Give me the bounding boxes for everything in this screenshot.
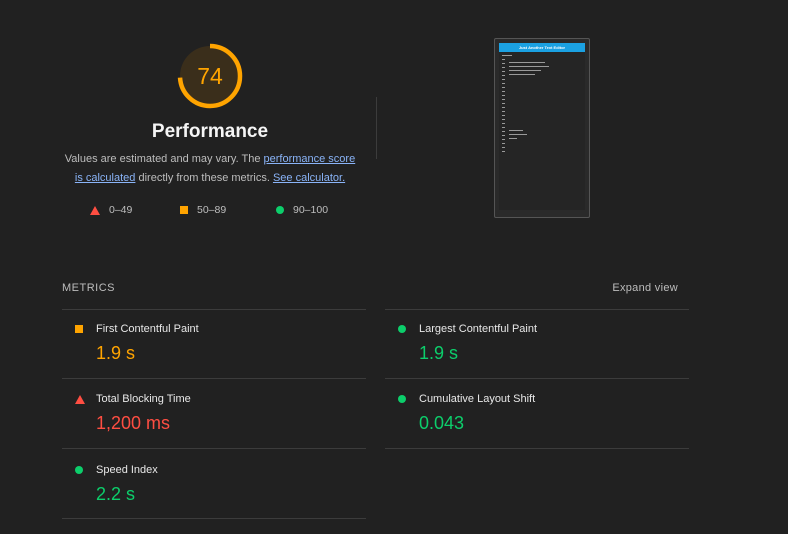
metrics-divider	[62, 518, 366, 519]
legend-label: 0–49	[109, 204, 133, 216]
metric-value: 1.9 s	[96, 343, 136, 363]
performance-score-gauge: 74	[176, 42, 244, 110]
metric-speed-index: Speed Index 2.2 s	[62, 464, 362, 534]
circle-icon	[398, 395, 406, 403]
legend-item-average: 50–89	[180, 204, 226, 216]
metric-name: Speed Index	[96, 464, 158, 476]
metric-name: First Contentful Paint	[96, 323, 199, 335]
legend-label: 90–100	[293, 204, 329, 216]
metrics-divider	[385, 309, 689, 310]
circle-icon	[276, 206, 284, 214]
metric-name: Largest Contentful Paint	[419, 323, 538, 335]
legend-item-pass: 90–100	[276, 204, 328, 216]
score-description: Values are estimated and may vary. The p…	[60, 150, 360, 188]
metric-value: 2.2 s	[96, 484, 136, 504]
metric-name: Cumulative Layout Shift	[419, 393, 536, 405]
metric-cumulative-layout-shift: Cumulative Layout Shift 0.043	[385, 393, 685, 463]
score-legend: 0–49 50–89 90–100	[0, 204, 420, 220]
vertical-divider	[376, 97, 377, 159]
legend-item-fail: 0–49	[90, 204, 132, 216]
metric-value: 1.9 s	[419, 343, 459, 363]
metrics-divider	[62, 309, 366, 310]
category-title: Performance	[151, 121, 269, 142]
description-text-2: directly from these metrics.	[135, 172, 273, 184]
metrics-divider	[385, 448, 689, 449]
metrics-title: METRICS	[62, 282, 115, 294]
metrics-divider	[62, 448, 366, 449]
metric-total-blocking-time: Total Blocking Time 1,200 ms	[62, 393, 362, 463]
thumbnail-app-title: Just Another Text Editor	[499, 43, 585, 52]
triangle-icon	[75, 395, 85, 404]
metric-first-contentful-paint: First Contentful Paint 1.9 s	[62, 323, 362, 393]
description-text: Values are estimated and may vary. The	[64, 153, 264, 165]
square-icon	[180, 206, 188, 214]
circle-icon	[398, 325, 406, 333]
expand-view-button[interactable]: Expand view	[612, 282, 678, 294]
thumbnail-editor-body	[499, 52, 585, 210]
metrics-section-header: METRICS Expand view	[62, 282, 690, 296]
square-icon	[75, 325, 83, 333]
metrics-divider	[62, 378, 366, 379]
metrics-divider	[385, 378, 689, 379]
metric-value: 1,200 ms	[96, 413, 171, 433]
score-value: 74	[197, 62, 223, 89]
metric-largest-contentful-paint: Largest Contentful Paint 1.9 s	[385, 323, 685, 393]
metric-value: 0.043	[419, 413, 465, 433]
triangle-icon	[90, 205, 100, 215]
legend-label: 50–89	[197, 204, 227, 216]
circle-icon	[75, 466, 83, 474]
see-calculator-link[interactable]: See calculator.	[273, 172, 345, 184]
final-screenshot-thumbnail[interactable]: Just Another Text Editor	[494, 38, 590, 218]
metric-name: Total Blocking Time	[96, 393, 191, 405]
